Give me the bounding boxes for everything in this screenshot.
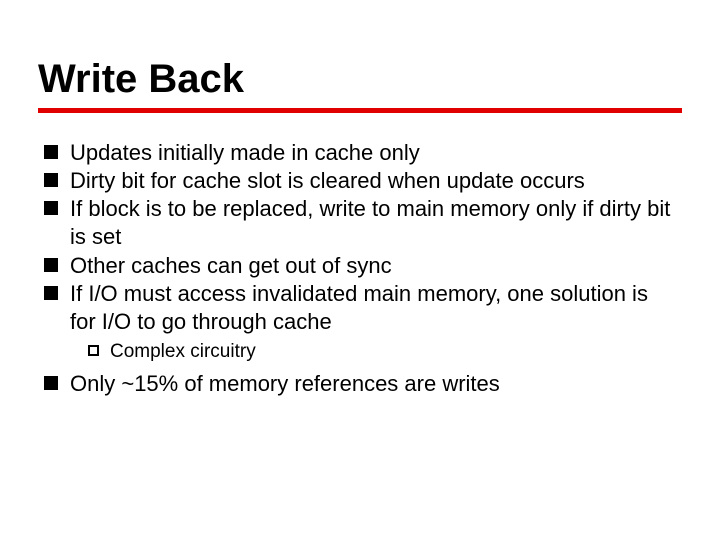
sub-bullet-list: Complex circuitry xyxy=(70,340,678,364)
bullet-text: Dirty bit for cache slot is cleared when… xyxy=(70,168,585,193)
list-item: Dirty bit for cache slot is cleared when… xyxy=(42,167,678,195)
list-item: If block is to be replaced, write to mai… xyxy=(42,195,678,251)
list-item: Other caches can get out of sync xyxy=(42,252,678,280)
bullet-text: If block is to be replaced, write to mai… xyxy=(70,196,670,249)
bullet-text: Updates initially made in cache only xyxy=(70,140,420,165)
bullet-text: Other caches can get out of sync xyxy=(70,253,392,278)
slide: Write Back Updates initially made in cac… xyxy=(0,0,720,540)
bullet-text: Only ~15% of memory references are write… xyxy=(70,371,500,396)
bullet-list: Updates initially made in cache only Dir… xyxy=(38,139,682,398)
list-item: Only ~15% of memory references are write… xyxy=(42,370,678,398)
title-rule xyxy=(38,108,682,113)
list-item: If I/O must access invalidated main memo… xyxy=(42,280,678,364)
sub-list-item: Complex circuitry xyxy=(88,340,678,364)
list-item: Updates initially made in cache only xyxy=(42,139,678,167)
sub-bullet-text: Complex circuitry xyxy=(110,341,256,362)
bullet-text: If I/O must access invalidated main memo… xyxy=(70,281,648,334)
slide-title: Write Back xyxy=(38,58,682,100)
